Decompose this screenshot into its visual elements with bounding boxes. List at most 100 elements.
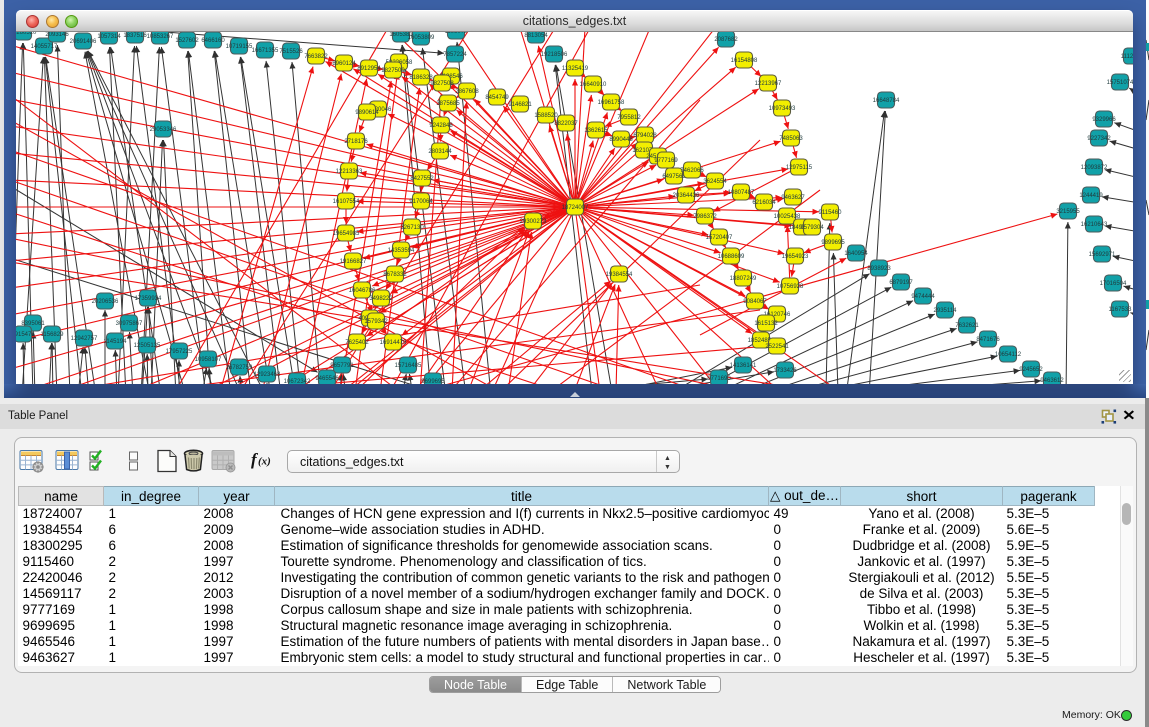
- svg-text:7986372: 7986372: [693, 214, 717, 220]
- svg-text:7857224: 7857224: [443, 52, 467, 58]
- svg-text:8990448: 8990448: [609, 137, 633, 143]
- svg-text:10654112: 10654112: [995, 352, 1022, 358]
- svg-text:30975867: 30975867: [116, 321, 143, 327]
- svg-text:2522541: 2522541: [765, 344, 789, 350]
- svg-text:16914479: 16914479: [380, 340, 407, 346]
- svg-text:9899695: 9899695: [821, 240, 845, 246]
- svg-text:9463612: 9463612: [1040, 378, 1064, 384]
- svg-text:2087682: 2087682: [714, 37, 738, 43]
- svg-text:1837516: 1837516: [123, 33, 147, 39]
- svg-text:7625402: 7625402: [345, 340, 369, 346]
- svg-text:6216034: 6216034: [752, 200, 776, 206]
- svg-text:10719155: 10719155: [226, 44, 253, 50]
- svg-text:16046786: 16046786: [349, 288, 376, 294]
- svg-text:12942757: 12942757: [71, 336, 98, 342]
- svg-text:14055717: 14055717: [31, 44, 58, 50]
- svg-text:1193072: 1193072: [445, 32, 469, 35]
- svg-text:12093872: 12093872: [1081, 165, 1108, 171]
- svg-text:14353594: 14353594: [388, 248, 415, 254]
- svg-text:16648784: 16648784: [873, 98, 900, 104]
- svg-text:15751074: 15751074: [1107, 80, 1133, 86]
- svg-text:16782759: 16782759: [226, 365, 253, 371]
- svg-text:1167533: 1167533: [1109, 307, 1133, 313]
- svg-text:6879197: 6879197: [889, 280, 913, 286]
- svg-text:7485063: 7485063: [779, 136, 803, 142]
- svg-text:10973493: 10973493: [769, 106, 796, 112]
- svg-text:29300273: 29300273: [520, 219, 547, 225]
- svg-text:12975115: 12975115: [786, 165, 813, 171]
- svg-text:12213363: 12213363: [336, 169, 363, 175]
- svg-text:1145194: 1145194: [104, 339, 128, 345]
- svg-text:19384554: 19384554: [606, 272, 633, 278]
- svg-text:9115460: 9115460: [819, 210, 843, 216]
- svg-text:12923468: 12923468: [254, 372, 281, 378]
- svg-text:3915476: 3915476: [16, 332, 35, 338]
- svg-text:16671355: 16671355: [252, 48, 279, 54]
- svg-text:7515526: 7515526: [279, 49, 303, 55]
- svg-text:10756928: 10756928: [777, 284, 804, 290]
- svg-text:8960124: 8960124: [332, 61, 356, 67]
- svg-text:9827508: 9827508: [430, 81, 454, 87]
- svg-text:7663822: 7663822: [304, 54, 328, 60]
- svg-text:12505135: 12505135: [134, 343, 161, 349]
- svg-text:9463627: 9463627: [781, 195, 805, 201]
- svg-text:1588520: 1588520: [534, 113, 558, 119]
- svg-text:1156829: 1156829: [41, 332, 65, 338]
- svg-text:16210643: 16210643: [1081, 222, 1108, 228]
- svg-text:10958107: 10958107: [195, 357, 222, 363]
- svg-text:17957225: 17957225: [166, 349, 193, 355]
- svg-text:15692971: 15692971: [1089, 252, 1116, 258]
- svg-text:10672342: 10672342: [284, 379, 311, 384]
- svg-text:3498222: 3498222: [369, 296, 393, 302]
- svg-text:19218506: 19218506: [541, 52, 568, 58]
- svg-text:2935114: 2935114: [934, 308, 958, 314]
- svg-text:14136141: 14136141: [730, 363, 757, 369]
- svg-text:2718176: 2718176: [344, 139, 368, 145]
- svg-text:8938923: 8938923: [867, 266, 891, 272]
- svg-text:2093146: 2093146: [45, 32, 69, 38]
- svg-text:16107554: 16107554: [333, 199, 360, 205]
- svg-text:7632621: 7632621: [955, 323, 979, 329]
- svg-text:9474444: 9474444: [911, 294, 935, 300]
- svg-text:9242848: 9242848: [429, 123, 453, 129]
- svg-text:15720407: 15720407: [706, 235, 733, 241]
- svg-text:9579304: 9579304: [800, 225, 824, 231]
- svg-text:9699695: 9699695: [421, 379, 445, 384]
- svg-text:20691406: 20691406: [70, 39, 97, 45]
- svg-text:1733426: 1733426: [773, 368, 797, 374]
- svg-text:26260520: 26260520: [16, 32, 37, 36]
- svg-text:9465546: 9465546: [315, 376, 339, 382]
- svg-text:12213967: 12213967: [755, 81, 782, 87]
- svg-text:17359934: 17359934: [135, 296, 162, 302]
- svg-text:10807487: 10807487: [728, 190, 755, 196]
- svg-text:9771690: 9771690: [707, 376, 731, 382]
- svg-text:11325419: 11325419: [562, 66, 589, 72]
- svg-text:9777169: 9777169: [654, 158, 678, 164]
- svg-text:1244419: 1244419: [1079, 193, 1103, 199]
- svg-text:18724007: 18724007: [562, 205, 589, 211]
- svg-text:16640910: 16640910: [580, 82, 607, 88]
- svg-text:3875685: 3875685: [436, 101, 460, 107]
- svg-text:3267130: 3267130: [400, 225, 424, 231]
- svg-text:8678332: 8678332: [383, 272, 407, 278]
- svg-text:1362615: 1362615: [584, 128, 608, 134]
- svg-text:1579342: 1579342: [364, 319, 388, 325]
- svg-text:6466160: 6466160: [201, 38, 225, 44]
- svg-text:17016504: 17016504: [1100, 281, 1127, 287]
- svg-text:8813054: 8813054: [524, 33, 548, 39]
- svg-text:9227342: 9227342: [1087, 136, 1111, 142]
- svg-text:9084067: 9084067: [743, 299, 767, 305]
- svg-text:10688609: 10688609: [718, 254, 745, 260]
- svg-text:2867608: 2867608: [455, 89, 479, 95]
- svg-text:7955812: 7955812: [617, 115, 641, 121]
- svg-text:8471676: 8471676: [976, 337, 1000, 343]
- svg-text:1527602: 1527602: [175, 38, 199, 44]
- svg-text:8912954: 8912954: [357, 66, 381, 72]
- svg-text:16154808: 16154808: [731, 58, 758, 64]
- svg-text:1615132: 1615132: [754, 321, 778, 327]
- svg-text:7462066: 7462066: [680, 168, 704, 174]
- svg-text:9146821: 9146821: [508, 102, 532, 108]
- svg-text:29053346: 29053346: [150, 127, 177, 133]
- svg-text:6794028: 6794028: [633, 133, 657, 139]
- svg-text:9827500: 9827500: [381, 68, 405, 74]
